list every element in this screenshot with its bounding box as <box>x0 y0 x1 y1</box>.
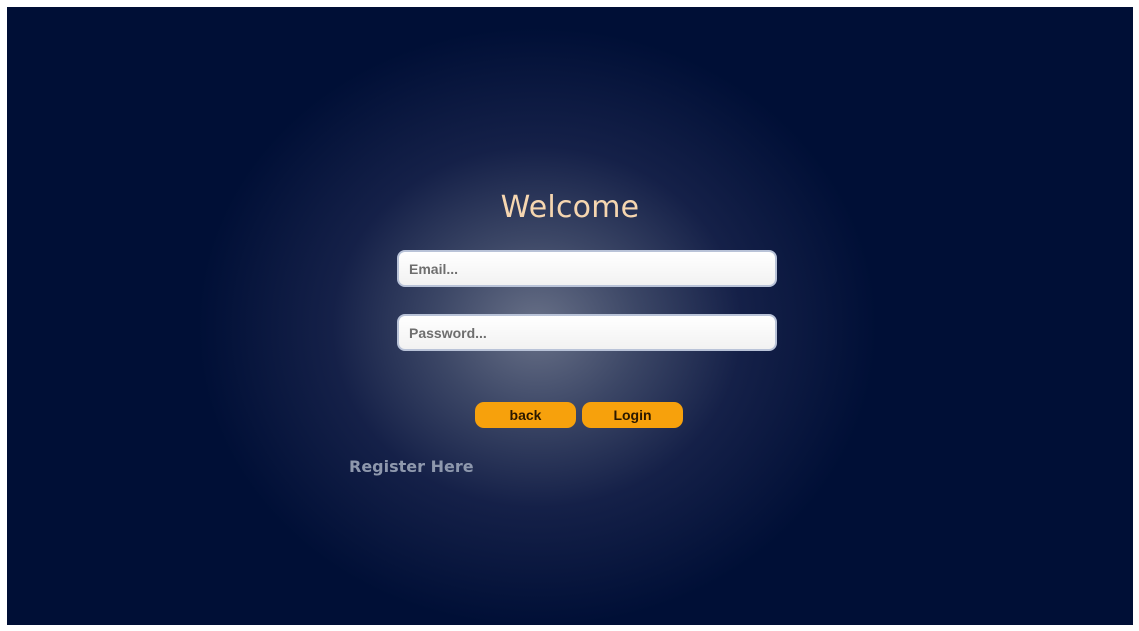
email-field[interactable] <box>397 250 777 287</box>
password-field[interactable] <box>397 314 777 351</box>
register-link[interactable]: Register Here <box>349 457 474 476</box>
page-title: Welcome <box>500 190 640 225</box>
login-button[interactable]: Login <box>582 402 683 428</box>
login-screen: Welcome back Login Register Here <box>7 7 1133 625</box>
back-button[interactable]: back <box>475 402 576 428</box>
